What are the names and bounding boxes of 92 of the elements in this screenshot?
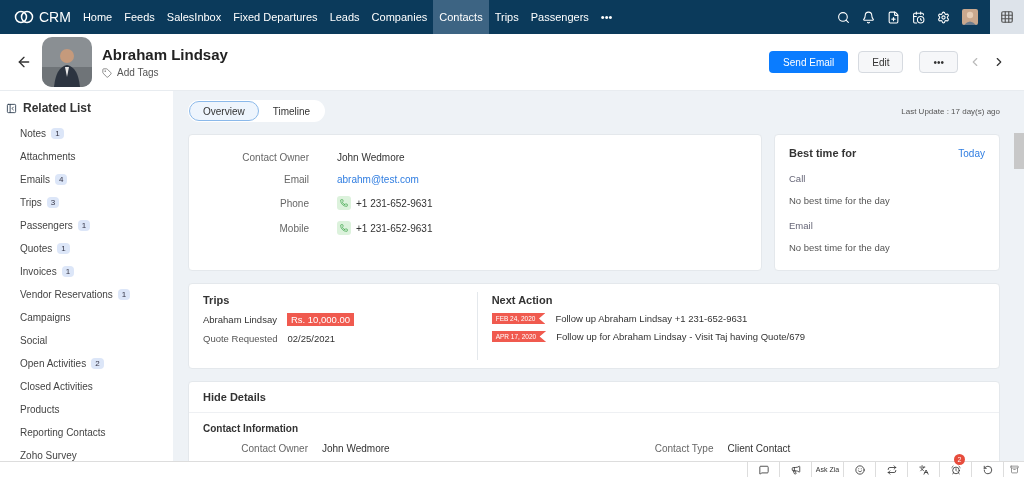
hide-details-link[interactable]: Hide Details xyxy=(203,391,266,403)
related-list-item[interactable]: Social xyxy=(20,335,48,346)
related-list-item[interactable]: Products xyxy=(20,404,60,415)
megaphone-icon[interactable] xyxy=(790,464,801,475)
sync-icon[interactable] xyxy=(886,464,897,475)
settings-icon[interactable] xyxy=(937,10,950,24)
alarm-icon[interactable] xyxy=(950,464,961,475)
chat-icon[interactable] xyxy=(758,464,769,475)
field-label: Phone xyxy=(279,197,309,209)
more-button[interactable]: ••• xyxy=(919,51,958,73)
related-list-item[interactable]: Open Activities xyxy=(20,358,87,369)
related-list-item[interactable]: Trips xyxy=(20,197,42,208)
send-email-button[interactable]: Send Email xyxy=(769,51,849,73)
related-list-item[interactable]: Passengers xyxy=(20,220,73,231)
nav-tab[interactable]: Companies xyxy=(365,0,434,34)
search-icon[interactable] xyxy=(837,10,850,24)
sidebar-title: Related List xyxy=(23,101,91,115)
translate-icon[interactable] xyxy=(918,464,929,475)
field-value: Client Contact xyxy=(727,443,792,454)
field-label: Contact Owner xyxy=(241,152,309,163)
last-update-text: Last Update : 17 day(s) ago xyxy=(901,106,1000,116)
field-label: Quote Requested xyxy=(203,333,278,344)
best-time-text: No best time for the day xyxy=(789,242,891,253)
field-label: Contact Type xyxy=(653,443,714,454)
contact-name: Abraham Lindsay xyxy=(102,46,228,63)
related-list-item[interactable]: Invoices xyxy=(20,266,57,277)
archive-icon[interactable] xyxy=(1009,465,1019,474)
logo-icon xyxy=(14,10,34,24)
nav-tab[interactable]: Home xyxy=(76,0,119,34)
card-title: Trips xyxy=(203,294,231,306)
channel-label: Call xyxy=(789,173,807,184)
count-badge: 1 xyxy=(51,128,64,139)
best-time-text: No best time for the day xyxy=(789,195,891,206)
section-title: Contact Information xyxy=(203,423,299,434)
edit-button[interactable]: Edit xyxy=(858,51,904,73)
add-tags-link[interactable]: Add Tags xyxy=(102,67,228,78)
smiley-icon[interactable] xyxy=(854,464,865,475)
count-badge: 3 xyxy=(46,197,60,208)
nav-tab[interactable]: Trips xyxy=(488,0,525,34)
related-list-item[interactable]: Reporting Contacts xyxy=(20,427,106,438)
nav-tab[interactable]: Leads xyxy=(323,0,366,34)
count-badge: 1 xyxy=(57,243,70,254)
count-badge: 1 xyxy=(77,220,91,231)
nav-tab[interactable]: SalesInbox xyxy=(160,0,228,34)
user-avatar[interactable] xyxy=(962,9,978,25)
apps-button[interactable] xyxy=(990,0,1024,34)
document-add-icon[interactable] xyxy=(887,10,900,24)
related-list-item[interactable]: Vendor Reservations xyxy=(20,289,113,300)
nav-tab[interactable]: Fixed Departures xyxy=(227,0,324,34)
field-value: +1 231-652-9631 xyxy=(356,222,433,234)
scrollbar-thumb[interactable] xyxy=(1014,133,1024,169)
more-tabs-button[interactable]: ••• xyxy=(594,0,619,34)
related-list-item[interactable]: Campaigns xyxy=(20,312,71,323)
count-badge: 1 xyxy=(117,289,131,300)
tag-icon xyxy=(102,67,112,78)
action-text[interactable]: Follow up for Abraham Lindsay - Visit Taj having Quote/679 xyxy=(556,331,806,342)
grid-icon xyxy=(1000,10,1014,24)
nav-tab[interactable]: Contacts xyxy=(433,0,489,34)
related-list-item[interactable]: Attachments xyxy=(20,151,76,162)
related-list-item[interactable]: Notes xyxy=(20,128,47,139)
view-tab[interactable]: Overview xyxy=(189,101,259,121)
today-link[interactable]: Today xyxy=(958,147,985,159)
channel-label: Email xyxy=(789,220,814,231)
view-tab[interactable]: Timeline xyxy=(258,101,325,121)
field-value: John Wedmore xyxy=(337,152,406,163)
amount-tag: Rs. 10,000.00 xyxy=(286,313,355,326)
back-icon[interactable] xyxy=(16,54,32,70)
field-value: 02/25/2021 xyxy=(287,333,336,344)
count-badge: 2 xyxy=(91,358,104,369)
count-badge: 1 xyxy=(61,266,75,277)
bell-icon[interactable] xyxy=(862,10,875,24)
related-list-item[interactable]: Closed Activities xyxy=(20,381,93,392)
email-link[interactable]: abrahm@test.com xyxy=(337,174,761,185)
nav-tab[interactable]: Feeds xyxy=(118,0,161,34)
collapse-icon[interactable] xyxy=(6,102,17,114)
app-name: CRM xyxy=(39,9,71,25)
field-label: Contact Owner xyxy=(240,443,308,454)
field-value: +1 231-652-9631 xyxy=(356,197,433,209)
field-label: Mobile xyxy=(278,222,309,234)
card-title: Next Action xyxy=(491,294,554,306)
history-icon[interactable] xyxy=(982,464,993,475)
action-text[interactable]: Follow up Abraham Lindsay +1 231-652-9631 xyxy=(555,313,748,324)
related-list-item[interactable]: Zoho Survey xyxy=(20,450,77,461)
field-label: Email xyxy=(283,174,309,185)
related-list-item[interactable]: Emails xyxy=(20,174,50,185)
related-list-item[interactable]: Quotes xyxy=(20,243,53,254)
nav-tab[interactable]: Passengers xyxy=(524,0,595,34)
field-value: John Wedmore xyxy=(322,443,391,454)
card-title: Best time for xyxy=(789,147,857,159)
count-badge: 4 xyxy=(55,174,68,185)
calendar-icon[interactable] xyxy=(912,10,925,24)
trip-name: Abraham Lindsay xyxy=(203,314,277,325)
